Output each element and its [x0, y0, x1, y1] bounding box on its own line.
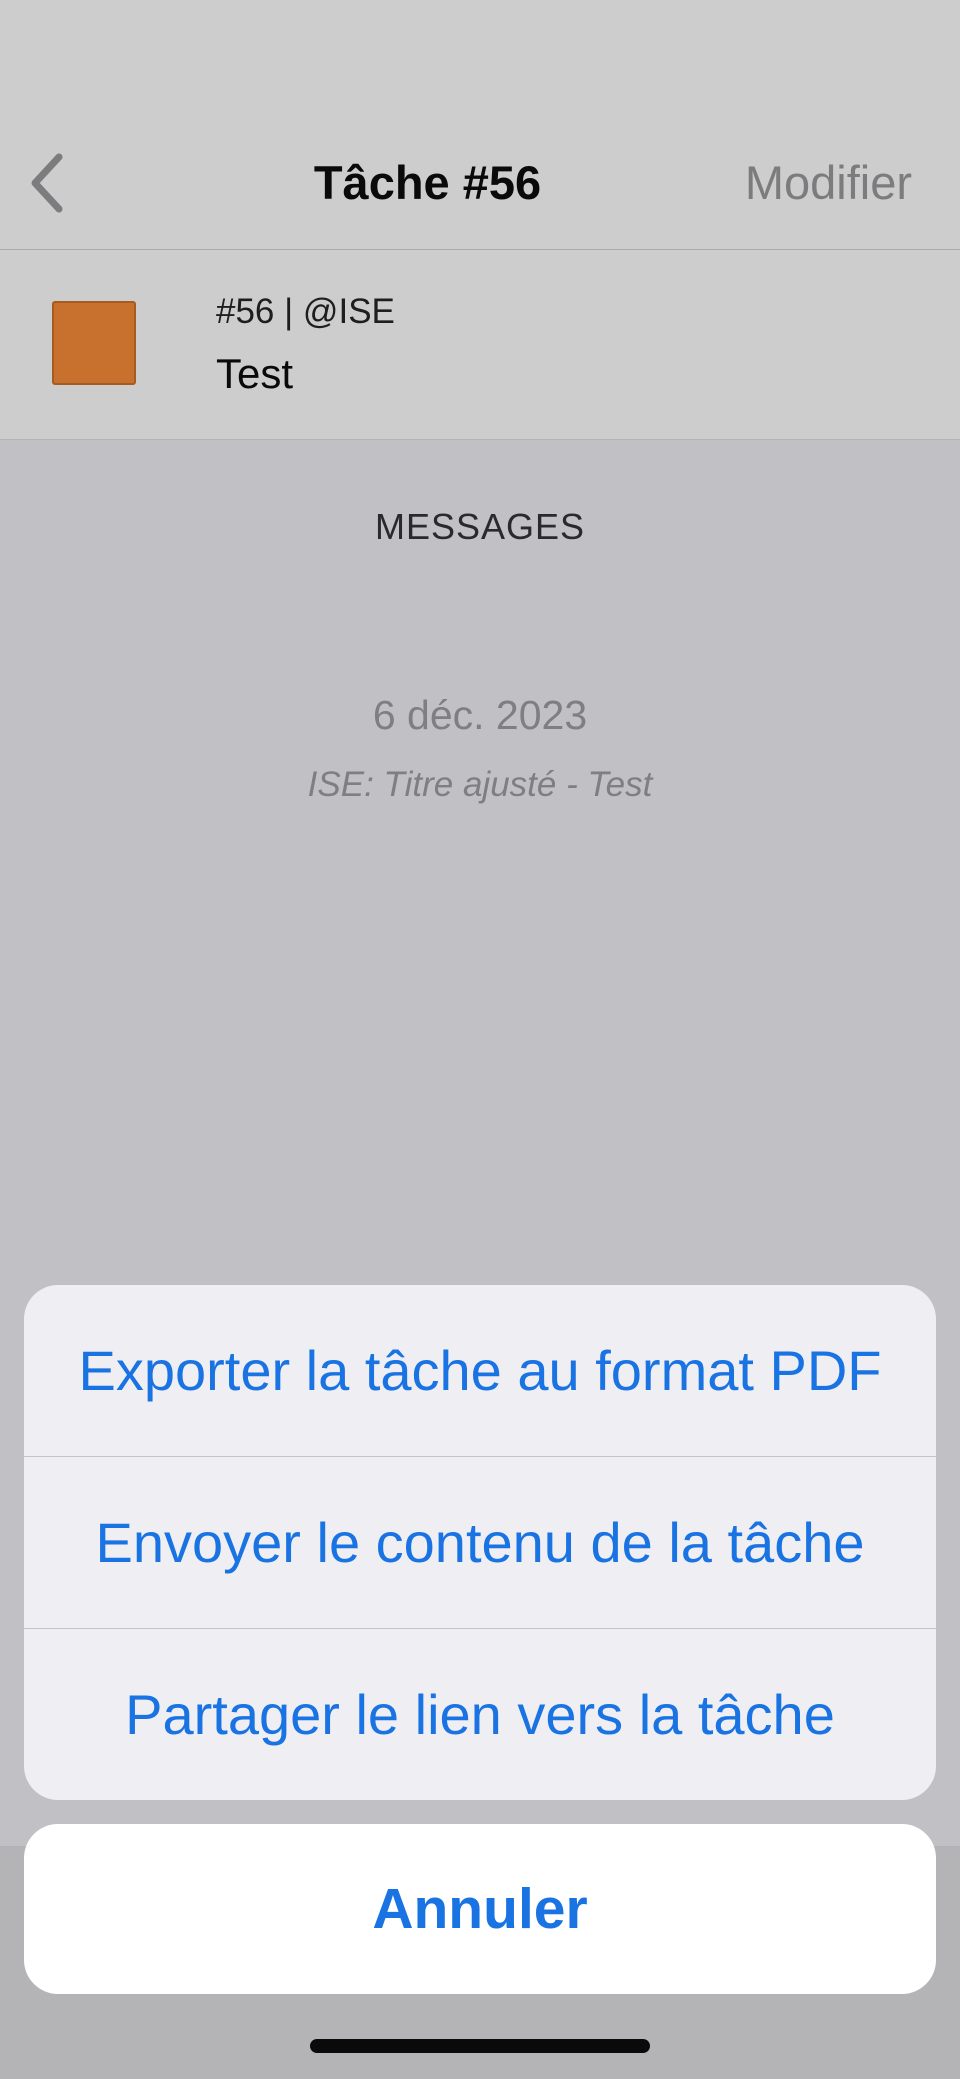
cancel-button[interactable]: Annuler — [24, 1824, 936, 1994]
task-name: Test — [216, 350, 294, 397]
message-date: 6 déc. 2023 — [372, 692, 588, 738]
share-link-button[interactable]: Partager le lien vers la tâche — [24, 1629, 936, 1800]
back-button[interactable] — [22, 150, 72, 216]
message-text: ISE: Titre ajusté - Test — [307, 765, 653, 804]
send-content-button[interactable]: Envoyer le contenu de la tâche — [24, 1457, 936, 1629]
edit-button[interactable]: Modifier — [745, 150, 912, 216]
messages-header: MESSAGES — [374, 506, 586, 547]
page-title: Tâche #56 — [313, 156, 542, 209]
export-pdf-button[interactable]: Exporter la tâche au format PDF — [24, 1285, 936, 1457]
navigation-bar: Tâche #56 Modifier — [0, 0, 960, 250]
chevron-left-icon — [31, 153, 63, 213]
task-color-swatch — [52, 301, 136, 385]
task-header: #56 | @ISE Test — [0, 250, 960, 440]
home-indicator[interactable] — [310, 2039, 650, 2053]
task-meta: #56 | @ISE — [216, 292, 395, 331]
action-sheet: Exporter la tâche au format PDF Envoyer … — [24, 1285, 936, 1800]
